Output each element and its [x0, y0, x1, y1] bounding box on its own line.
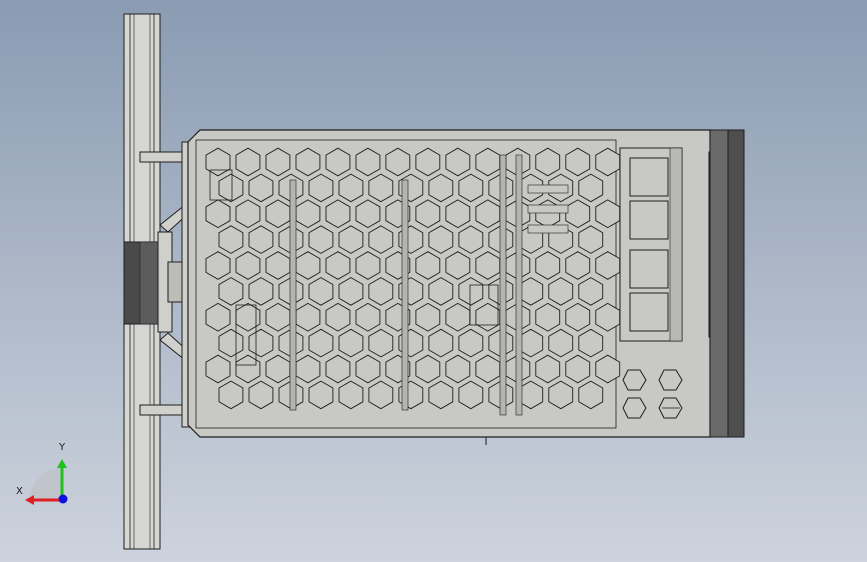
x-axis-label: X — [16, 486, 23, 497]
z-axis-dot — [58, 494, 68, 504]
din-rail[interactable] — [123, 13, 161, 550]
graphics-viewport[interactable]: Y X — [0, 0, 867, 562]
front-plate[interactable] — [708, 129, 745, 438]
model-view[interactable] — [0, 0, 867, 562]
y-axis-label: Y — [59, 442, 66, 453]
triad-plane — [30, 468, 62, 500]
axis-triad — [25, 459, 68, 505]
